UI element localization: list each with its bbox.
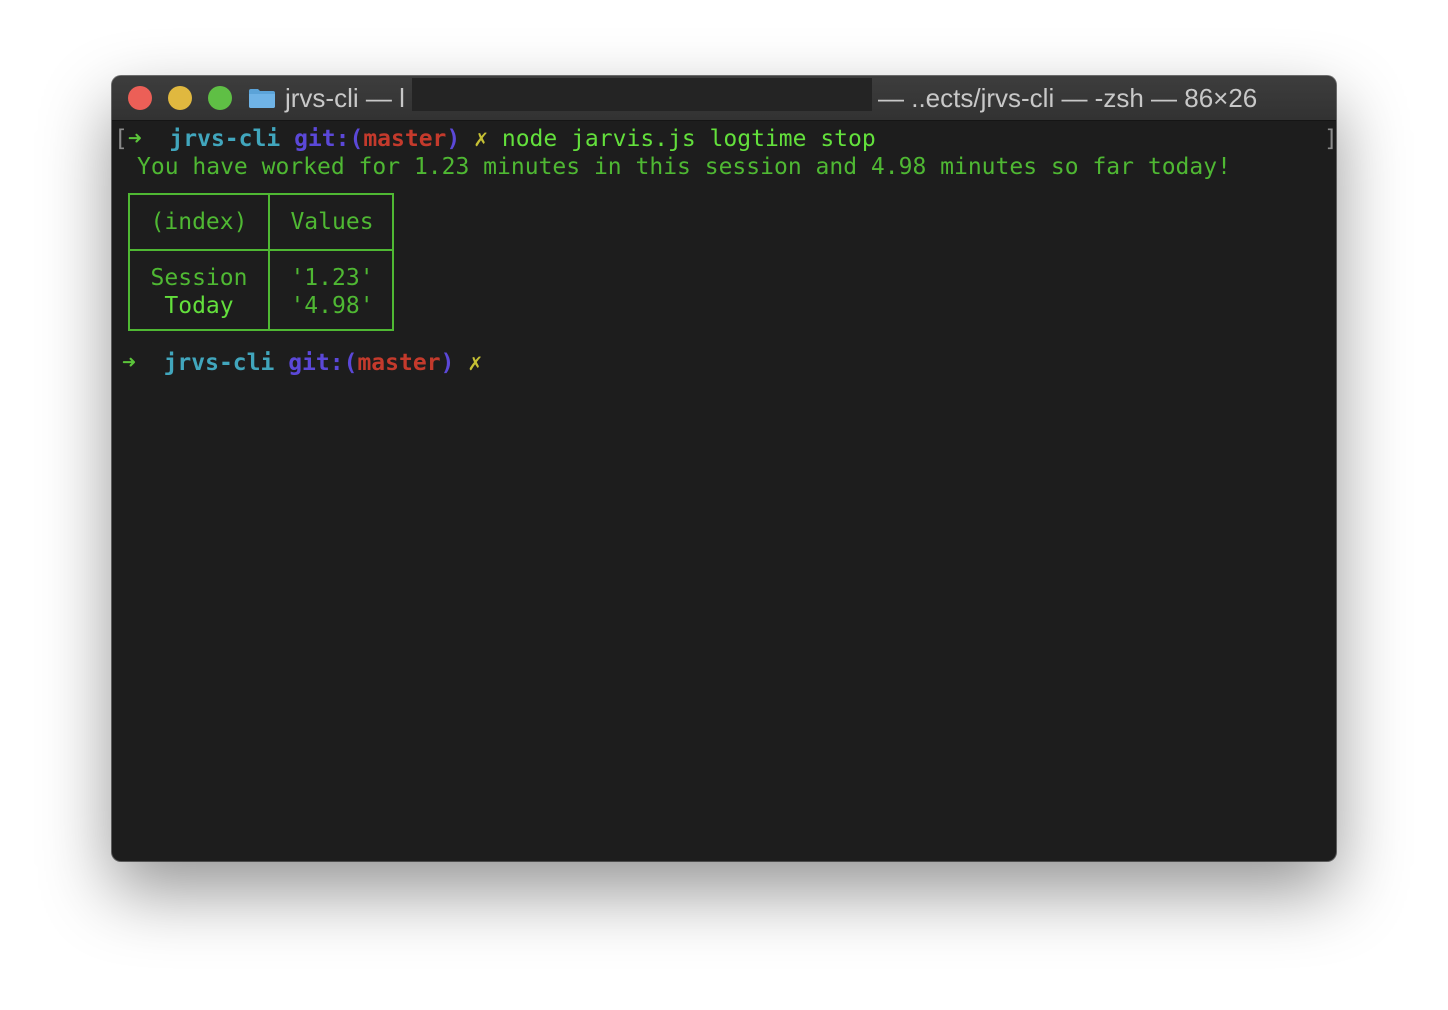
table-row-session-value: '1.23' — [290, 265, 374, 291]
command-text: node jarvis.js logtime stop — [501, 126, 876, 152]
prompt-branch: master — [357, 350, 441, 376]
title-bar[interactable]: jrvs-cli — l — ..ects/jrvs-cli — -zsh — … — [112, 76, 1336, 121]
prompt-arrow-icon: ➜ — [122, 350, 136, 376]
maximize-button[interactable] — [208, 86, 232, 110]
window-title-left: jrvs-cli — l — [285, 83, 405, 113]
redacted-title-area — [412, 78, 872, 111]
close-button[interactable] — [128, 86, 152, 110]
folder-icon — [249, 89, 275, 108]
table-header-divider — [130, 249, 392, 251]
terminal-window: jrvs-cli — l — ..ects/jrvs-cli — -zsh — … — [112, 76, 1336, 861]
bracket-open: [ — [114, 126, 128, 152]
table-row-today-index: Today — [164, 293, 234, 319]
bracket-close: ] — [1324, 125, 1336, 153]
table-row-session-index: Session — [150, 265, 248, 291]
output-message: You have worked for 1.23 minutes in this… — [137, 154, 1231, 180]
prompt-git-label: git: — [288, 350, 344, 376]
dirty-indicator-icon: ✗ — [474, 126, 488, 152]
terminal-content[interactable]: [ ➜ jrvs-cli git:(master) ✗ node jarvis.j… — [112, 121, 1336, 861]
table-row-today-value: '4.98' — [290, 293, 374, 319]
console-table: (index) Values Session '1.23' Today '4.9… — [128, 193, 394, 331]
prompt-directory: jrvs-cli — [163, 350, 275, 376]
window-title-right: — ..ects/jrvs-cli — -zsh — 86×26 — [878, 83, 1258, 113]
table-header-index: (index) — [150, 209, 248, 235]
current-prompt-line[interactable]: ➜ jrvs-cli git:(master) ✗ — [122, 349, 482, 377]
command-line: [➜ jrvs-cli git:(master) ✗ node jarvis.j… — [114, 126, 876, 152]
prompt-git-label: git: — [294, 126, 350, 152]
prompt-directory: jrvs-cli — [169, 126, 281, 152]
dirty-indicator-icon: ✗ — [468, 350, 483, 376]
prompt-arrow-icon: ➜ — [127, 126, 142, 152]
prompt-branch: master — [363, 126, 447, 152]
minimize-button[interactable] — [168, 86, 192, 110]
table-header-values: Values — [290, 209, 374, 235]
